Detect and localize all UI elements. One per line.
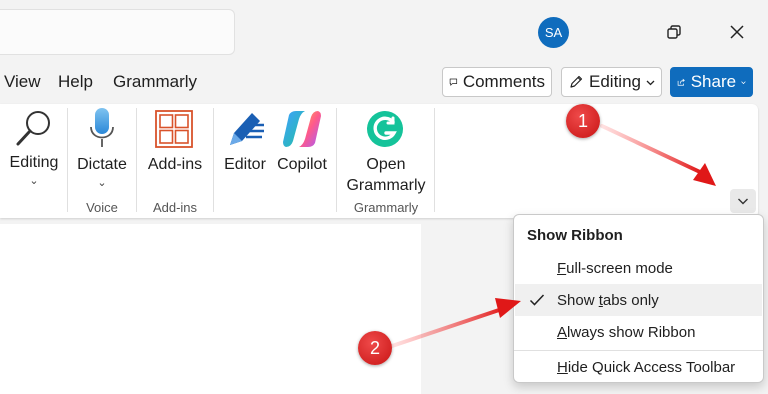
annotation-badge-1: 1 [566,104,600,138]
arrow-to-show-tabs-only [390,298,521,348]
arrow-to-options-button [600,124,716,186]
annotation-badge-2: 2 [358,331,392,365]
